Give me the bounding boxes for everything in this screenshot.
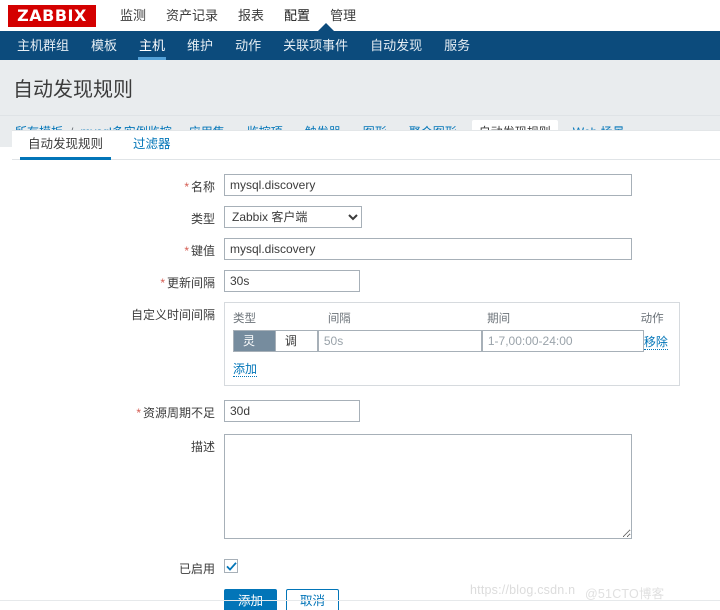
- subnav-item-event-correlation[interactable]: 关联项事件: [272, 31, 359, 60]
- interval-type-flexible[interactable]: 灵活: [234, 331, 276, 351]
- required-marker-name: *: [184, 180, 189, 194]
- form-row-type: 类型 Zabbix 客户端: [12, 206, 720, 228]
- form-tabs: 自动发现规则 过滤器: [12, 131, 720, 160]
- label-description: 描述: [12, 434, 224, 455]
- required-marker-key: *: [184, 244, 189, 258]
- update-interval-input[interactable]: [224, 270, 360, 292]
- page-title: 自动发现规则: [0, 60, 720, 116]
- discovery-rule-form: *名称 类型 Zabbix 客户端 *: [12, 160, 720, 610]
- label-type: 类型: [12, 206, 224, 227]
- actions-spacer: [12, 589, 224, 593]
- form-row-key: * 键值: [12, 238, 720, 260]
- form-row-enabled: 已启用: [12, 556, 720, 577]
- custom-interval-row: 灵活 调度 移除: [233, 330, 671, 352]
- content-card: 自动发现规则 过滤器 *名称 类型 Zabbix 客户端: [12, 130, 720, 610]
- secondary-nav: 主机群组 模板 主机 维护 动作 关联项事件 自动发现 服务: [0, 23, 720, 60]
- label-enabled-text: 已启用: [178, 562, 215, 576]
- zabbix-logo[interactable]: ZABBIX: [8, 4, 96, 27]
- enabled-checkbox[interactable]: [224, 559, 238, 573]
- add-interval-link[interactable]: 添加: [233, 362, 258, 377]
- label-key: * 键值: [12, 238, 224, 259]
- name-input[interactable]: [224, 174, 632, 196]
- subnav-item-host-groups[interactable]: 主机群组: [6, 31, 80, 60]
- required-marker-update-interval: *: [160, 276, 165, 290]
- remove-interval-link[interactable]: 移除: [643, 334, 668, 350]
- label-keep-lost-text: 资源周期不足: [142, 406, 215, 420]
- custom-interval-value-input[interactable]: [317, 330, 482, 352]
- subnav-item-templates[interactable]: 模板: [80, 31, 128, 60]
- form-row-update-interval: * 更新间隔: [12, 270, 720, 292]
- form-row-description: 描述: [12, 434, 720, 542]
- label-key-text: 键值: [190, 244, 215, 258]
- tab-discovery-rule[interactable]: 自动发现规则: [19, 133, 112, 160]
- column-header-period: 期间: [487, 313, 511, 325]
- form-row-keep-lost: * 资源周期不足: [12, 400, 720, 422]
- app-root: ZABBIX 监测 资产记录 报表 配置 管理 主机群组 模板 主机 维护 动作…: [0, 0, 720, 610]
- subnav-item-actions[interactable]: 动作: [224, 31, 272, 60]
- subnav-item-discovery[interactable]: 自动发现: [359, 31, 433, 60]
- description-textarea[interactable]: [224, 434, 632, 539]
- column-header-type: 类型: [233, 313, 256, 325]
- topnav-item-reports[interactable]: 报表: [228, 0, 274, 31]
- subnav-item-services[interactable]: 服务: [433, 31, 481, 60]
- keep-lost-input[interactable]: [224, 400, 360, 422]
- type-select[interactable]: Zabbix 客户端: [224, 206, 362, 228]
- topnav-item-configuration[interactable]: 配置: [274, 0, 320, 31]
- label-custom-intervals-text: 自定义时间间隔: [130, 308, 215, 322]
- footer-divider: [0, 600, 720, 601]
- key-input[interactable]: [224, 238, 632, 260]
- subnav-item-hosts[interactable]: 主机: [128, 31, 176, 60]
- custom-intervals-header: 类型 间隔 期间 动作: [233, 310, 671, 326]
- interval-type-scheduling[interactable]: 调度: [275, 331, 317, 351]
- label-keep-lost: * 资源周期不足: [12, 400, 224, 421]
- label-name: * 名称: [12, 174, 224, 195]
- label-name-text: 名称: [190, 180, 215, 194]
- form-row-custom-intervals: 自定义时间间隔 类型 间隔 期间 动作 灵活: [12, 302, 720, 386]
- tab-filters[interactable]: 过滤器: [129, 133, 175, 159]
- column-header-interval: 间隔: [327, 313, 351, 325]
- custom-intervals-box: 类型 间隔 期间 动作 灵活 调度: [224, 302, 680, 386]
- checkmark-icon: [225, 561, 237, 571]
- label-enabled: 已启用: [12, 556, 224, 577]
- top-bar: ZABBIX 监测 资产记录 报表 配置 管理: [0, 0, 720, 31]
- topnav-item-monitoring[interactable]: 监测: [110, 0, 156, 31]
- interval-type-toggle: 灵活 调度: [233, 330, 318, 352]
- subnav-item-maintenance[interactable]: 维护: [176, 31, 224, 60]
- label-type-text: 类型: [190, 212, 215, 226]
- form-row-name: * 名称: [12, 174, 720, 196]
- label-custom-intervals: 自定义时间间隔: [12, 302, 224, 323]
- label-update-interval-text: 更新间隔: [166, 276, 215, 290]
- required-marker-keep-lost: *: [136, 406, 141, 420]
- label-description-text: 描述: [190, 440, 215, 454]
- column-header-action: 动作: [640, 313, 664, 325]
- topnav-item-inventory[interactable]: 资产记录: [156, 0, 228, 31]
- label-update-interval: * 更新间隔: [12, 270, 224, 291]
- custom-interval-period-input[interactable]: [481, 330, 644, 352]
